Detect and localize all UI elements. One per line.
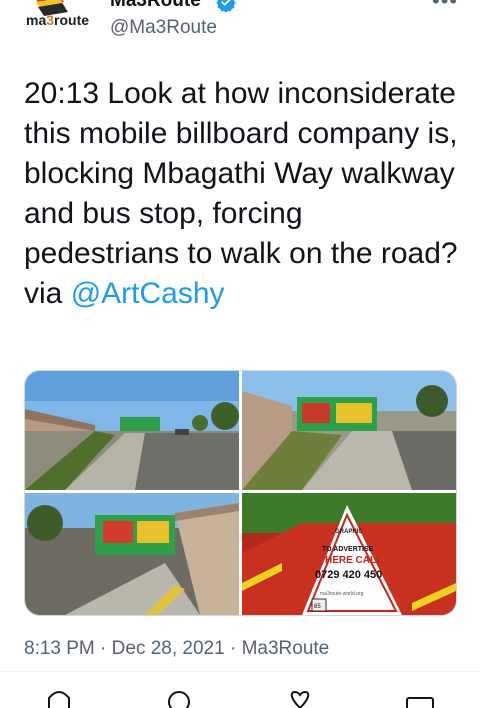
share-icon[interactable] (405, 688, 435, 708)
verified-badge-icon (216, 0, 236, 12)
tweet-photo-3[interactable] (25, 493, 239, 615)
sign-site: ma3route-world.org (320, 591, 364, 597)
meta-separator: · (224, 638, 242, 659)
tweet-text: 20:13 Look at how inconsiderate this mob… (24, 74, 464, 314)
reply-icon[interactable] (44, 688, 74, 708)
tweet-photo-1[interactable] (25, 371, 239, 490)
display-name[interactable]: Ma3Route (110, 0, 201, 12)
tweet-header: ma3route Ma3Route @Ma3Route ••• (0, 0, 480, 50)
media-grid: GRAPHIC TO ADVERTISE HERE CALL 0729 420 … (24, 370, 457, 616)
sign-line-2: HERE CALL (325, 555, 382, 566)
sign-plate: 65 (314, 604, 321, 610)
tweet-photo-4[interactable]: GRAPHIC TO ADVERTISE HERE CALL 0729 420 … (242, 493, 456, 615)
like-icon[interactable] (285, 688, 315, 708)
mention-link[interactable]: @ArtCashy (71, 277, 225, 310)
avatar-brand: ma3route (26, 12, 90, 28)
tweet-date[interactable]: Dec 28, 2021 (112, 638, 225, 659)
tweet-time[interactable]: 8:13 PM (24, 638, 95, 659)
sign-line-1: TO ADVERTISE (322, 546, 374, 553)
avatar[interactable]: ma3route (24, 0, 92, 42)
action-bar (0, 672, 480, 708)
tweet-photo-2[interactable] (242, 371, 456, 490)
sign-brand: GRAPHIC (335, 529, 363, 535)
more-options-icon[interactable]: ••• (432, 0, 458, 14)
user-handle[interactable]: @Ma3Route (110, 17, 217, 39)
tweet-source[interactable]: Ma3Route (242, 638, 330, 659)
tweet-meta: 8:13 PM · Dec 28, 2021 · Ma3Route (24, 638, 329, 660)
tweet-body: 20:13 Look at how inconsiderate this mob… (24, 77, 458, 310)
retweet-icon[interactable] (164, 688, 194, 708)
sign-phone-1: 0729 420 450 (315, 569, 382, 581)
meta-separator: · (94, 638, 112, 659)
